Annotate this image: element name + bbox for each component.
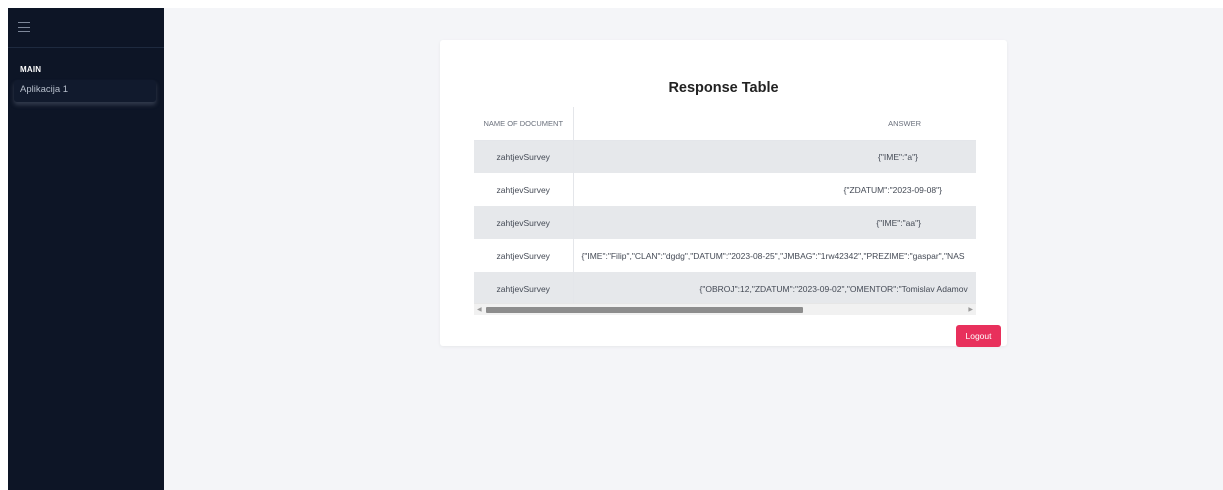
cell-answer: {"ZDATUM":"2023-09-08"} — [843, 184, 942, 195]
cell-document-name: zahtjevSurvey — [474, 173, 574, 206]
sidebar-header — [8, 8, 164, 48]
scrollbar-thumb[interactable] — [486, 307, 803, 313]
cell-answer: {"IME":"a"} — [878, 151, 918, 162]
scroll-left-arrow-icon[interactable]: ◀ — [477, 306, 482, 313]
sidebar-section-label: MAIN — [20, 65, 42, 74]
cell-document-name: zahtjevSurvey — [474, 206, 574, 239]
sidebar: MAIN Aplikacija 1 — [8, 8, 164, 490]
cell-document-name: zahtjevSurvey — [474, 239, 574, 272]
table-row: zahtjevSurvey {"OBROJ":12,"ZDATUM":"2023… — [474, 272, 976, 305]
response-table: NAME OF DOCUMENT ANSWER zahtjevSurvey {"… — [474, 107, 976, 305]
cell-answer: {"IME":"aa"} — [876, 217, 921, 228]
logout-button[interactable]: Logout — [956, 325, 1001, 347]
column-header-name: NAME OF DOCUMENT — [474, 107, 574, 140]
table-row: zahtjevSurvey {"IME":"Filip","CLAN":"dgd… — [474, 239, 976, 272]
sidebar-item-aplikacija-1[interactable]: Aplikacija 1 — [14, 80, 156, 102]
cell-answer: {"IME":"Filip","CLAN":"dgdg","DATUM":"20… — [581, 250, 965, 261]
table-row: zahtjevSurvey {"IME":"a"} — [474, 140, 976, 173]
table-horizontal-scrollbar[interactable]: ◀ ▶ — [474, 303, 976, 315]
card-title: Response Table — [668, 80, 779, 96]
scroll-right-arrow-icon[interactable]: ▶ — [968, 306, 973, 313]
hamburger-menu-icon[interactable] — [18, 22, 30, 32]
column-header-answer: ANSWER — [888, 118, 921, 128]
cell-document-name: zahtjevSurvey — [474, 272, 574, 305]
cell-answer: {"OBROJ":12,"ZDATUM":"2023-09-02","OMENT… — [699, 283, 968, 294]
response-table-container: NAME OF DOCUMENT ANSWER zahtjevSurvey {"… — [474, 107, 976, 316]
table-row: zahtjevSurvey {"ZDATUM":"2023-09-08"} — [474, 173, 976, 206]
response-card: Response Table NAME OF DOCUMENT ANSWER z… — [440, 40, 1007, 347]
table-header-row: NAME OF DOCUMENT ANSWER — [474, 107, 976, 140]
app-root: MAIN Aplikacija 1 Response Table NAME OF… — [8, 8, 1223, 490]
cell-document-name: zahtjevSurvey — [474, 140, 574, 173]
table-row: zahtjevSurvey {"IME":"aa"} — [474, 206, 976, 239]
